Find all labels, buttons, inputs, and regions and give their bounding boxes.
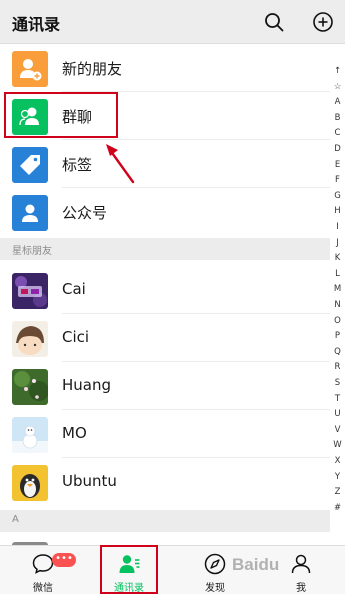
index-letter[interactable]: L [330, 269, 345, 279]
me-icon [291, 554, 311, 574]
avatar [12, 417, 48, 453]
contact-row[interactable]: Cici [0, 314, 330, 362]
new-friend-icon [12, 51, 48, 87]
new-friends-label: 新的朋友 [62, 60, 123, 78]
contact-name: MO [62, 424, 87, 442]
index-letter[interactable]: F [330, 175, 345, 185]
contact-row[interactable] [0, 532, 330, 545]
avatar [12, 273, 48, 309]
unread-badge: ••• [52, 553, 76, 567]
index-letter[interactable]: M [330, 284, 345, 294]
section-label: 星标朋友 [12, 246, 52, 257]
index-letter[interactable]: W [330, 440, 345, 450]
alphabet-index[interactable]: ↑ ☆ A B C D E F G H I J K L M N O P Q R S T U V W X Y Z # [330, 66, 345, 518]
index-letter[interactable]: T [330, 394, 345, 404]
section-header-a: A [0, 510, 330, 532]
index-letter[interactable]: U [330, 409, 345, 419]
index-letter[interactable]: N [330, 300, 345, 310]
add-circle-icon[interactable] [311, 10, 335, 34]
contact-name: Huang [62, 376, 112, 394]
index-letter[interactable]: K [330, 253, 345, 263]
index-letter[interactable]: E [330, 160, 345, 170]
contact-row[interactable]: Ubuntu [0, 458, 330, 506]
avatar [12, 321, 48, 357]
index-letter[interactable]: D [330, 144, 345, 154]
page-title: 通讯录 [12, 15, 61, 34]
index-letter[interactable]: Z [330, 487, 345, 497]
index-letter[interactable]: H [330, 206, 345, 216]
tab-label: 发现 [205, 583, 225, 594]
contact-name: Cici [62, 328, 90, 346]
index-letter[interactable]: J [330, 238, 345, 248]
index-letter[interactable]: V [330, 425, 345, 435]
index-letter[interactable]: O [330, 316, 345, 326]
index-letter[interactable]: ↑ [330, 66, 345, 76]
index-letter[interactable]: Q [330, 347, 345, 357]
index-letter[interactable]: ☆ [330, 82, 345, 92]
search-icon[interactable] [262, 10, 286, 34]
bottom-tab-bar: ••• 微信 通讯录 发现 我 [0, 545, 345, 594]
index-letter[interactable]: S [330, 378, 345, 388]
annotation-arrow-icon [106, 144, 135, 184]
contact-row[interactable]: Cai [0, 266, 330, 314]
avatar [12, 465, 48, 501]
index-letter[interactable]: X [330, 456, 345, 466]
index-letter[interactable]: R [330, 362, 345, 372]
tag-icon [12, 147, 48, 183]
index-letter[interactable]: A [330, 97, 345, 107]
watermark: Baidu [232, 555, 280, 574]
contact-name: Cai [62, 280, 86, 298]
contact-row[interactable]: MO [0, 410, 330, 458]
tags-item[interactable]: 标签 [0, 140, 330, 188]
index-letter[interactable]: Y [330, 472, 345, 482]
index-letter[interactable]: P [330, 331, 345, 341]
new-friends-item[interactable]: 新的朋友 [0, 44, 330, 92]
contact-name: Ubuntu [62, 472, 117, 490]
tab-label: 微信 [33, 583, 53, 594]
index-letter[interactable]: G [330, 191, 345, 201]
annotation-tab-highlight [100, 545, 158, 594]
index-letter[interactable]: I [330, 222, 345, 232]
chat-bubble-icon [32, 554, 54, 574]
official-accounts-item[interactable]: 公众号 [0, 188, 330, 236]
index-letter[interactable]: B [330, 113, 345, 123]
section-header-starred: 星标朋友 [0, 238, 330, 260]
official-accounts-label: 公众号 [62, 204, 108, 222]
index-letter[interactable]: C [330, 128, 345, 138]
contact-row[interactable]: Huang [0, 362, 330, 410]
section-label: A [12, 514, 19, 525]
top-bar: 通讯录 [0, 0, 345, 44]
avatar [12, 369, 48, 405]
official-account-icon [12, 195, 48, 231]
tab-label: 我 [296, 583, 306, 594]
index-letter[interactable]: # [330, 503, 345, 513]
tags-label: 标签 [62, 156, 93, 174]
annotation-highlight-box [4, 92, 118, 138]
tab-chats[interactable]: ••• 微信 [0, 546, 86, 594]
compass-icon [204, 553, 226, 575]
